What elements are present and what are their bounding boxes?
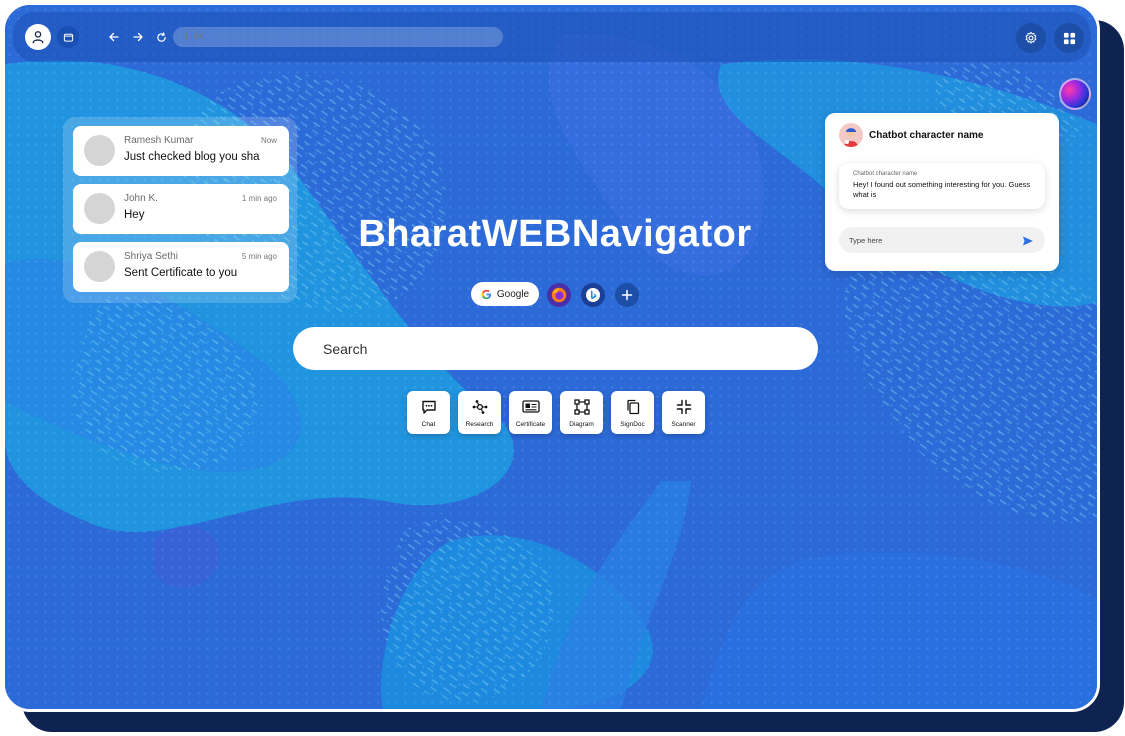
user-icon	[32, 31, 44, 44]
tool-label: Research	[465, 421, 494, 428]
brand-title: BharatWEBNavigator	[358, 213, 752, 255]
notification-time: 5 min ago	[241, 252, 277, 261]
send-button[interactable]	[1022, 234, 1036, 246]
top-bar	[13, 12, 1091, 62]
engine-google-button[interactable]: Google	[471, 282, 539, 306]
arrow-left-icon	[109, 32, 119, 42]
tool-research-button[interactable]: Research	[458, 391, 501, 434]
network-icon	[472, 400, 487, 414]
notification-message: Sent Certificate to you	[124, 267, 238, 279]
google-icon	[481, 289, 491, 299]
grid-icon	[1063, 32, 1075, 44]
avatar	[84, 251, 115, 282]
chat-icon	[421, 400, 436, 414]
wallet-button[interactable]	[57, 26, 79, 48]
copy-icon	[626, 399, 639, 415]
search-input[interactable]	[293, 327, 818, 370]
arrow-right-icon	[133, 32, 143, 42]
id-card-icon	[521, 400, 540, 413]
tool-label: Scanner	[671, 421, 696, 428]
scanner-icon	[676, 399, 691, 415]
notification-time: 1 min ago	[241, 194, 277, 203]
bing-icon	[586, 288, 600, 302]
tool-chat-button[interactable]: Chat	[407, 391, 450, 434]
notification-message: Just checked blog you sha	[124, 151, 260, 163]
chat-input[interactable]	[839, 227, 1045, 253]
back-button[interactable]	[105, 28, 123, 46]
reload-button[interactable]	[152, 28, 170, 46]
add-engine-button[interactable]	[615, 283, 639, 307]
diagram-icon	[573, 399, 590, 415]
tool-scanner-button[interactable]: Scanner	[662, 391, 705, 434]
tool-label: Diagram	[569, 421, 594, 428]
tool-label: Chat	[421, 421, 436, 428]
tool-certificate-button[interactable]: Certificate	[509, 391, 552, 434]
tool-label: SignDoc	[620, 421, 645, 428]
apps-button[interactable]	[1054, 23, 1084, 53]
settings-button[interactable]	[1016, 23, 1046, 53]
chatbot-character-icon	[844, 128, 858, 147]
chatbot-title: Chatbot character name	[869, 130, 984, 141]
assistant-orb-button[interactable]	[1059, 78, 1091, 110]
notification-item[interactable]: Shriya Sethi 5 min ago Sent Certificate …	[73, 242, 289, 292]
chatbot-avatar	[839, 123, 863, 147]
chat-message-sender: Chatbot character name	[853, 171, 918, 177]
notification-time: Now	[260, 136, 277, 145]
tool-signdoc-button[interactable]: SignDoc	[611, 391, 654, 434]
url-input[interactable]	[173, 27, 503, 47]
chatbot-widget: Chatbot character name Chatbot character…	[825, 113, 1059, 271]
engine-google-label: Google	[496, 288, 530, 300]
avatar	[84, 193, 115, 224]
plus-icon	[621, 289, 633, 301]
tool-label: Certificate	[515, 421, 546, 428]
gear-icon	[1025, 31, 1037, 44]
firefox-icon	[551, 287, 567, 303]
chat-message-bubble: Chatbot character name Hey! I found out …	[839, 163, 1045, 209]
tool-diagram-button[interactable]: Diagram	[560, 391, 603, 434]
forward-button[interactable]	[129, 28, 147, 46]
chat-message-text: Hey! I found out something interesting f…	[853, 180, 1031, 199]
notification-item[interactable]: Ramesh Kumar Now Just checked blog you s…	[73, 126, 289, 176]
send-icon	[1023, 236, 1033, 246]
profile-button[interactable]	[25, 24, 51, 50]
browser-window: Ramesh Kumar Now Just checked blog you s…	[2, 2, 1100, 712]
notification-message: Hey	[124, 209, 145, 221]
notification-sender: Ramesh Kumar	[124, 135, 194, 146]
reload-icon	[156, 31, 166, 42]
notification-item[interactable]: John K. 1 min ago Hey	[73, 184, 289, 234]
avatar	[84, 135, 115, 166]
engine-bing-button[interactable]	[581, 283, 605, 307]
engine-firefox-button[interactable]	[547, 283, 571, 307]
notifications-panel: Ramesh Kumar Now Just checked blog you s…	[63, 117, 297, 303]
notification-sender: John K.	[124, 193, 158, 204]
notification-sender: Shriya Sethi	[124, 251, 178, 262]
wallet-icon	[63, 33, 73, 42]
